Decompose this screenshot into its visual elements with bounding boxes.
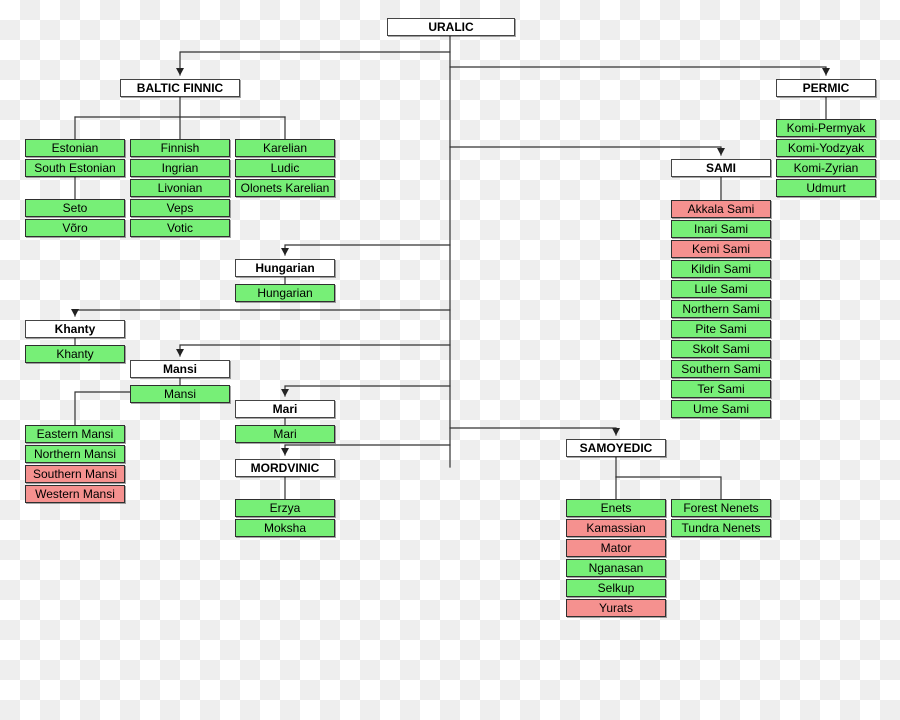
node-estonian[interactable]: Estonian [25, 139, 125, 157]
node-uralic[interactable]: URALIC [387, 18, 515, 36]
node-mansi_grp[interactable]: Mansi [130, 360, 230, 378]
node-northern_mansi[interactable]: Northern Mansi [25, 445, 125, 463]
node-western_mansi[interactable]: Western Mansi [25, 485, 125, 503]
edge-uralic-to-baltic-finnic [176, 51, 451, 76]
node-ludic[interactable]: Ludic [235, 159, 335, 177]
node-hungarian_grp[interactable]: Hungarian [235, 259, 335, 277]
node-northern_sami[interactable]: Northern Sami [671, 300, 771, 318]
node-karelian[interactable]: Karelian [235, 139, 335, 157]
edge-samoyedic-sub-bar [615, 476, 722, 500]
edge-mansi-sub-bar [74, 391, 131, 426]
node-mari_leaf[interactable]: Mari [235, 425, 335, 443]
node-mator[interactable]: Mator [566, 539, 666, 557]
edge-uralic-to-mordvinic [281, 444, 451, 456]
node-finnish[interactable]: Finnish [130, 139, 230, 157]
edge-uralic-to-mansi [176, 344, 451, 357]
edge-uralic-to-hungarian [281, 244, 451, 256]
node-votic[interactable]: Votic [130, 219, 230, 237]
node-livonian[interactable]: Livonian [130, 179, 230, 197]
node-lule_sami[interactable]: Lule Sami [671, 280, 771, 298]
node-erzya[interactable]: Erzya [235, 499, 335, 517]
node-komi_zyrian[interactable]: Komi-Zyrian [776, 159, 876, 177]
node-kemi_sami[interactable]: Kemi Sami [671, 240, 771, 258]
node-kamassian[interactable]: Kamassian [566, 519, 666, 537]
node-south_estonian[interactable]: South Estonian [25, 159, 125, 177]
node-komi_yodzyak[interactable]: Komi-Yodzyak [776, 139, 876, 157]
node-kildin_sami[interactable]: Kildin Sami [671, 260, 771, 278]
node-mari_grp[interactable]: Mari [235, 400, 335, 418]
node-hungarian_leaf[interactable]: Hungarian [235, 284, 335, 302]
node-southern_sami[interactable]: Southern Sami [671, 360, 771, 378]
node-tundra_nenets[interactable]: Tundra Nenets [671, 519, 771, 537]
node-sami[interactable]: SAMI [671, 159, 771, 177]
node-voro[interactable]: Võro [25, 219, 125, 237]
uralic-tree-diagram: URALIC BALTIC FINNIC PERMIC SAMI Hungarian Kh… [0, 0, 900, 720]
node-enets[interactable]: Enets [566, 499, 666, 517]
node-mordvinic[interactable]: MORDVINIC [235, 459, 335, 477]
node-veps[interactable]: Veps [130, 199, 230, 217]
node-ingrian[interactable]: Ingrian [130, 159, 230, 177]
node-seto[interactable]: Seto [25, 199, 125, 217]
node-inari_sami[interactable]: Inari Sami [671, 220, 771, 238]
node-selkup[interactable]: Selkup [566, 579, 666, 597]
node-mansi_leaf[interactable]: Mansi [130, 385, 230, 403]
node-khanty_grp[interactable]: Khanty [25, 320, 125, 338]
node-komi_permyak[interactable]: Komi-Permyak [776, 119, 876, 137]
edge-uralic-to-sami [449, 146, 725, 156]
node-khanty_leaf[interactable]: Khanty [25, 345, 125, 363]
edge-uralic-to-khanty [71, 309, 451, 317]
edge-uralic-to-mari [281, 385, 451, 397]
node-samoyedic[interactable]: SAMOYEDIC [566, 439, 666, 457]
node-southern_mansi[interactable]: Southern Mansi [25, 465, 125, 483]
edge-uralic-to-permic [449, 66, 830, 76]
node-pite_sami[interactable]: Pite Sami [671, 320, 771, 338]
node-permic[interactable]: PERMIC [776, 79, 876, 97]
node-akkala_sami[interactable]: Akkala Sami [671, 200, 771, 218]
node-moksha[interactable]: Moksha [235, 519, 335, 537]
node-ter_sami[interactable]: Ter Sami [671, 380, 771, 398]
node-eastern_mansi[interactable]: Eastern Mansi [25, 425, 125, 443]
node-baltic_finnic[interactable]: BALTIC FINNIC [120, 79, 240, 97]
node-nganasan[interactable]: Nganasan [566, 559, 666, 577]
node-udmurt[interactable]: Udmurt [776, 179, 876, 197]
node-olonets_karelian[interactable]: Olonets Karelian [235, 179, 335, 197]
node-yurats[interactable]: Yurats [566, 599, 666, 617]
edge-uralic-to-samoyedic [449, 427, 620, 436]
node-skolt_sami[interactable]: Skolt Sami [671, 340, 771, 358]
node-ume_sami[interactable]: Ume Sami [671, 400, 771, 418]
node-forest_nenets[interactable]: Forest Nenets [671, 499, 771, 517]
